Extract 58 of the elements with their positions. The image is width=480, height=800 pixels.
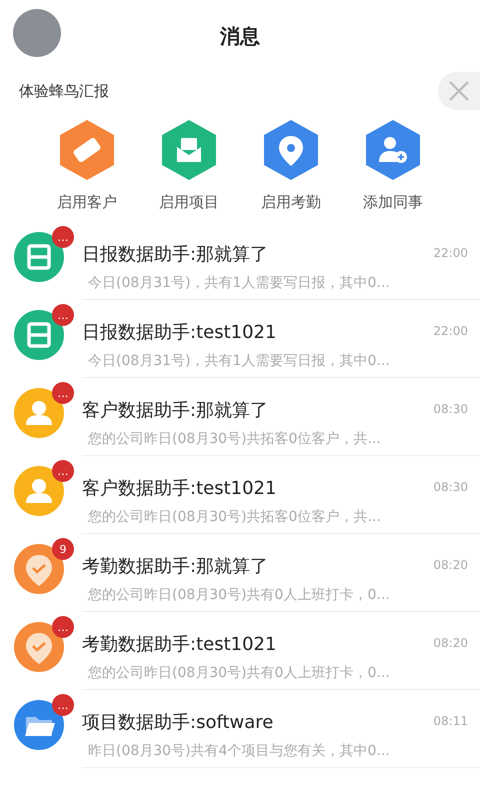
message-title: 日报数据助手:test1021 xyxy=(82,321,276,344)
location-check-icon xyxy=(14,622,64,672)
message-title: 日报数据助手:那就算了 xyxy=(82,243,268,266)
quick-action[interactable]: 启用项目 xyxy=(153,119,225,212)
quick-action[interactable]: 启用客户 xyxy=(51,119,123,212)
message-preview: 今日(08月31号)，共有1人需要写日报，其中0... xyxy=(87,274,391,292)
message-preview: 您的公司昨日(08月30号)共拓客0位客户，共... xyxy=(87,430,382,448)
message-item[interactable]: … 项目数据助手:software 08:11 昨日(08月30号)共有4个项目与您有关，其中0... xyxy=(0,690,480,768)
unread-badge: … xyxy=(52,460,74,482)
message-title: 项目数据助手:software xyxy=(82,711,274,734)
message-item[interactable]: 9 考勤数据助手:那就算了 08:20 您的公司昨日(08月30号)共有0人上班打卡，0... xyxy=(0,534,480,612)
location-check-icon xyxy=(14,544,64,594)
action-label: 启用项目 xyxy=(159,193,219,212)
message-title: 考勤数据助手:test1021 xyxy=(82,633,276,656)
calendar-icon xyxy=(14,310,64,360)
message-preview: 今日(08月31号)，共有1人需要写日报，其中0... xyxy=(87,352,391,370)
person-icon xyxy=(14,466,64,516)
message-item[interactable]: … 客户数据助手:那就算了 08:30 您的公司昨日(08月30号)共拓客0位客户，共... xyxy=(0,378,480,456)
message-item[interactable]: … 考勤数据助手:test1021 08:20 您的公司昨日(08月30号)共有0人上班打卡，0... xyxy=(0,612,480,690)
quick-action[interactable]: 启用考勤 xyxy=(255,119,327,212)
folder-icon xyxy=(14,700,64,750)
action-label: 启用考勤 xyxy=(261,193,321,212)
message-item[interactable]: … 日报数据助手:test1021 22:00 今日(08月31号)，共有1人需要写日报，其中0... xyxy=(0,300,480,378)
message-time: 08:11 xyxy=(433,714,468,728)
message-time: 08:20 xyxy=(433,636,468,650)
action-label: 启用客户 xyxy=(57,193,117,212)
unread-badge: 9 xyxy=(52,538,74,560)
message-time: 08:30 xyxy=(433,402,468,416)
unread-badge: … xyxy=(52,226,74,248)
quick-action[interactable]: 添加同事 xyxy=(357,119,429,212)
message-item[interactable]: … 日报数据助手:那就算了 22:00 今日(08月31号)，共有1人需要写日报，其中0... xyxy=(0,222,480,300)
page-title: 消息 xyxy=(220,22,260,50)
action-label: 添加同事 xyxy=(363,193,423,212)
message-title: 客户数据助手:test1021 xyxy=(82,477,276,500)
add-person-icon xyxy=(364,119,422,181)
calendar-icon xyxy=(14,232,64,282)
envelope-icon xyxy=(160,119,218,181)
unread-badge: … xyxy=(52,382,74,404)
message-time: 22:00 xyxy=(433,324,468,338)
message-preview: 您的公司昨日(08月30号)共有0人上班打卡，0... xyxy=(87,664,391,682)
message-time: 08:30 xyxy=(433,480,468,494)
person-icon xyxy=(14,388,64,438)
unread-badge: … xyxy=(52,694,74,716)
message-preview: 您的公司昨日(08月30号)共有0人上班打卡，0... xyxy=(87,586,391,604)
message-time: 08:20 xyxy=(433,558,468,572)
close-icon xyxy=(448,80,470,102)
unread-badge: … xyxy=(52,616,74,638)
location-pin-icon xyxy=(262,119,320,181)
message-preview: 您的公司昨日(08月30号)共拓客0位客户，共... xyxy=(87,508,382,526)
message-preview: 昨日(08月30号)共有4个项目与您有关，其中0... xyxy=(87,742,391,760)
avatar-placeholder[interactable] xyxy=(13,9,61,57)
message-title: 考勤数据助手:那就算了 xyxy=(82,555,268,578)
message-time: 22:00 xyxy=(433,246,468,260)
unread-badge: … xyxy=(52,304,74,326)
promo-title: 体验蜂鸟汇报 xyxy=(19,82,109,101)
message-title: 客户数据助手:那就算了 xyxy=(82,399,268,422)
close-button[interactable] xyxy=(438,72,480,110)
message-item[interactable]: … 客户数据助手:test1021 08:30 您的公司昨日(08月30号)共拓客0位客户，共... xyxy=(0,456,480,534)
